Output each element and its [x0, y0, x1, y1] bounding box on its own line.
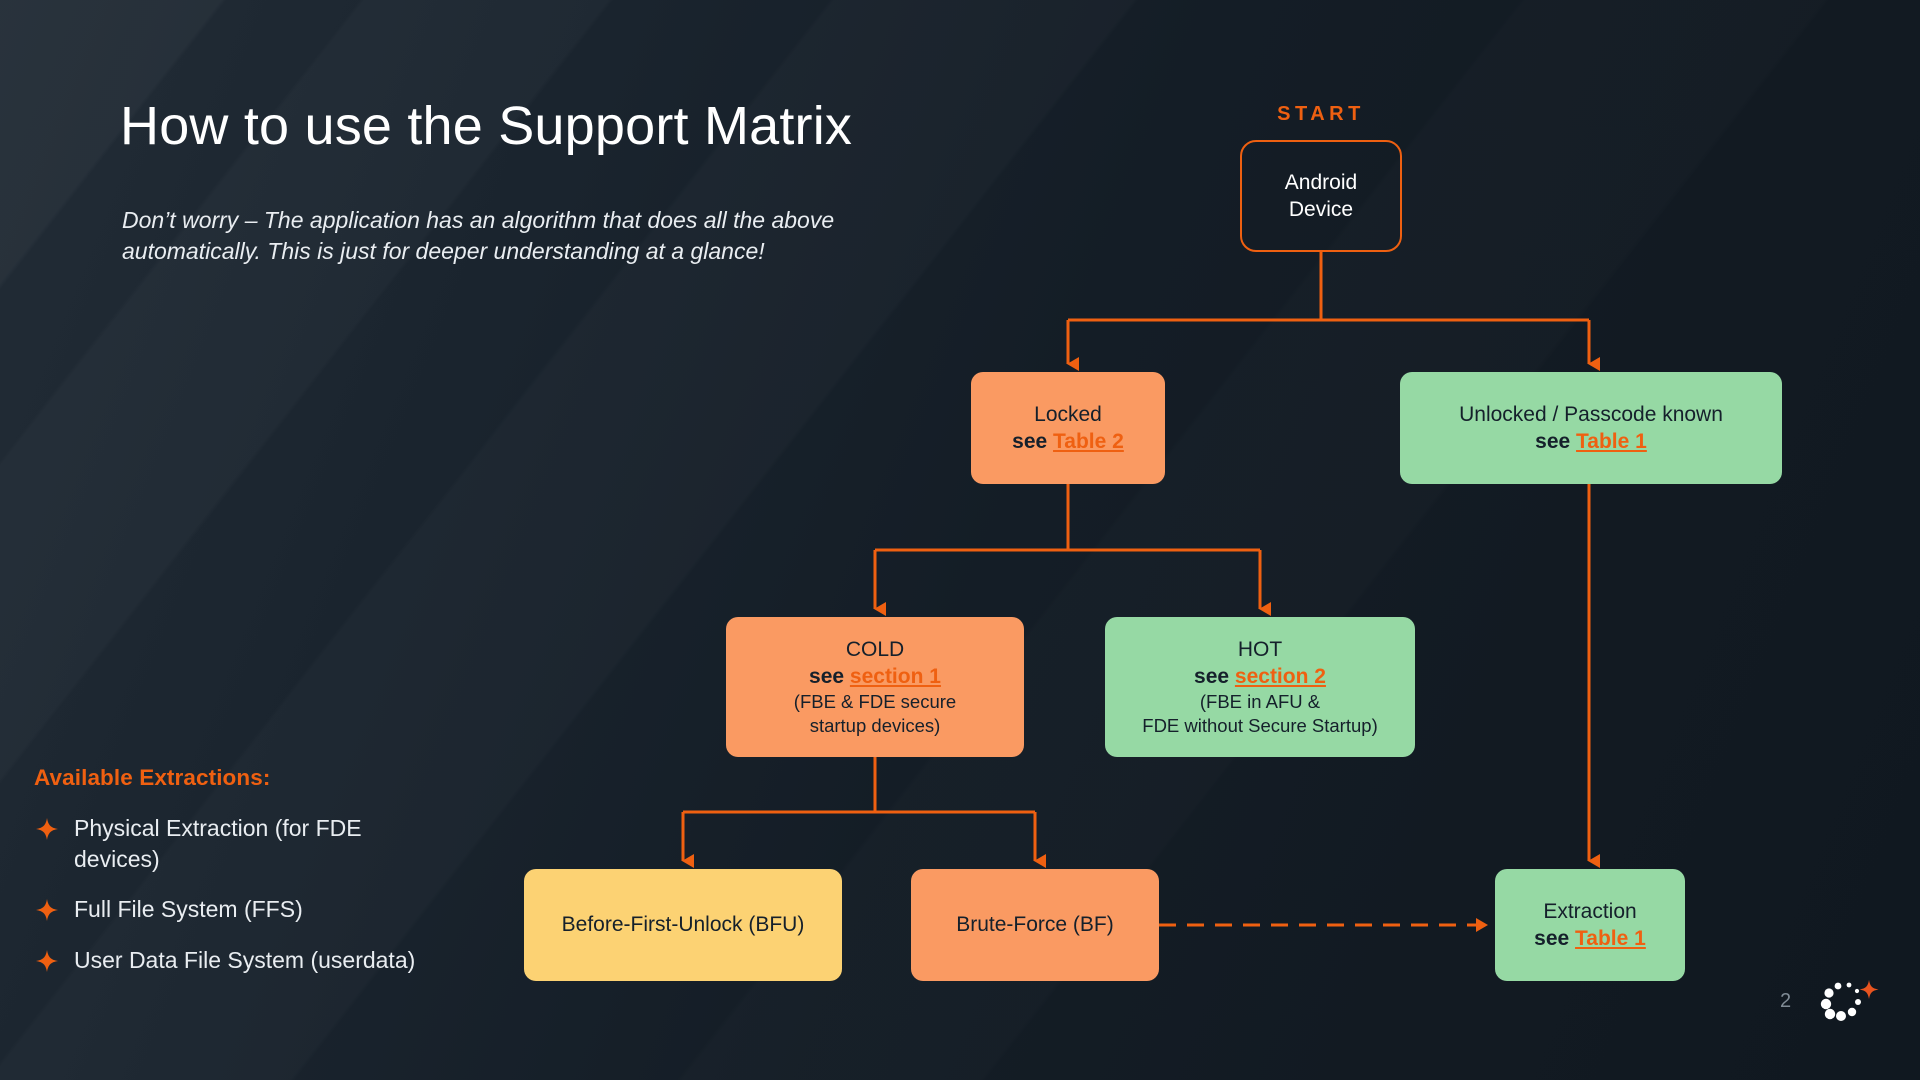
flow-node-locked[interactable]: Locked see Table 2: [971, 372, 1165, 484]
flow-node-android-device[interactable]: Android Device: [1240, 140, 1402, 252]
flow-node-title: Locked: [1034, 402, 1102, 426]
flow-node-line: Android: [1284, 170, 1358, 194]
flow-node-note: (FBE & FDE secure: [793, 691, 957, 713]
flow-node-note: startup devices): [809, 715, 941, 737]
reference-link-table-1[interactable]: Table 1: [1575, 927, 1646, 950]
flow-node-reference: see Table 2: [1012, 428, 1124, 455]
flow-node-extraction[interactable]: Extraction see Table 1: [1495, 869, 1685, 981]
page-number: 2: [1780, 990, 1792, 1012]
brand-logo-icon: [1818, 978, 1880, 1036]
see-prefix: see: [1194, 664, 1235, 688]
support-matrix-flowchart: START Android Device Locked see Table 2 …: [0, 0, 1920, 1080]
flow-node-reference: see section 2: [1194, 663, 1326, 690]
flow-node-title: COLD: [845, 637, 905, 661]
reference-link-section-2[interactable]: section 2: [1235, 665, 1326, 688]
see-prefix: see: [1535, 430, 1577, 453]
reference-link-section-1[interactable]: section 1: [850, 665, 941, 688]
flow-node-before-first-unlock[interactable]: Before-First-Unlock (BFU): [524, 869, 842, 981]
flow-node-title: Brute-Force (BF): [956, 913, 1114, 937]
see-prefix: see: [1534, 927, 1576, 950]
flow-node-title: HOT: [1237, 637, 1283, 661]
reference-link-table-2[interactable]: Table 2: [1053, 430, 1124, 453]
flow-node-brute-force[interactable]: Brute-Force (BF): [911, 869, 1159, 981]
flow-node-hot[interactable]: HOT see section 2 (FBE in AFU & FDE with…: [1105, 617, 1415, 757]
reference-link-table-1[interactable]: Table 1: [1576, 430, 1647, 453]
flow-node-reference: see section 1: [809, 663, 941, 690]
flow-node-note: (FBE in AFU &: [1199, 691, 1321, 713]
see-prefix: see: [1012, 430, 1054, 453]
flow-node-reference: see Table 1: [1534, 925, 1646, 952]
flow-node-note: FDE without Secure Startup): [1142, 715, 1378, 737]
flow-node-title: Before-First-Unlock (BFU): [561, 913, 805, 937]
flow-node-title: Unlocked / Passcode known: [1459, 402, 1723, 426]
flowchart-start-label: START: [1277, 103, 1365, 125]
flow-node-cold[interactable]: COLD see section 1 (FBE & FDE secure sta…: [726, 617, 1024, 757]
see-prefix: see: [809, 664, 850, 688]
flow-node-unlocked[interactable]: Unlocked / Passcode known see Table 1: [1400, 372, 1782, 484]
flow-node-title: Extraction: [1543, 899, 1637, 923]
slide-canvas: How to use the Support Matrix Don’t worr…: [0, 0, 1920, 1080]
flow-node-line: Device: [1288, 198, 1354, 221]
flow-node-reference: see Table 1: [1535, 428, 1647, 455]
